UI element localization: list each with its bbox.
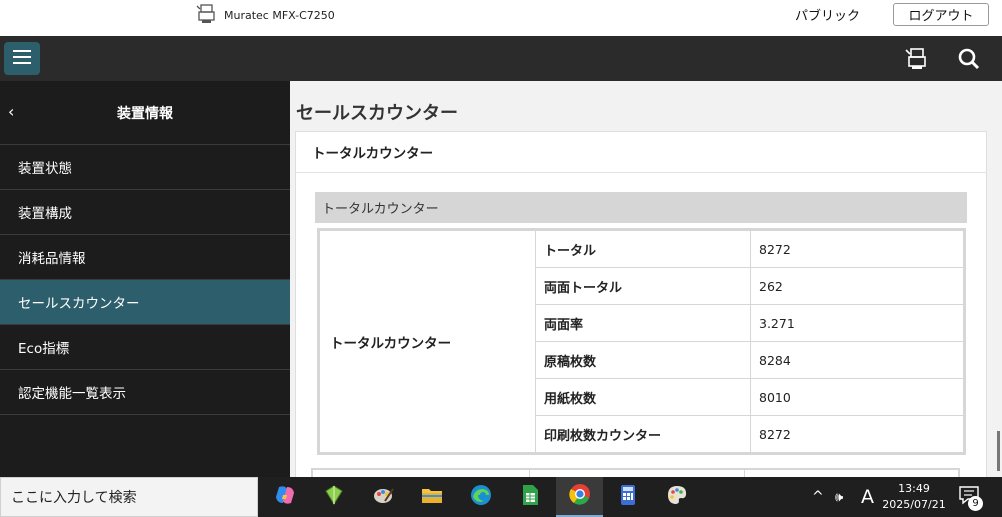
next-table-partial	[311, 468, 960, 477]
file-explorer-button[interactable]	[416, 481, 448, 513]
copilot-button[interactable]	[269, 481, 301, 513]
table-divider	[529, 470, 530, 477]
row-label: トータル	[535, 230, 751, 268]
sidebar-item-label: 消耗品情報	[18, 251, 86, 267]
menu-button[interactable]	[4, 42, 40, 75]
row-value: 8284	[750, 341, 964, 379]
notification-button[interactable]: 9	[958, 477, 983, 517]
sidebar-title: 装置情報	[117, 106, 173, 122]
copilot-icon	[273, 483, 297, 511]
chrome-button[interactable]	[556, 477, 603, 517]
sidebar-item-label: 装置構成	[18, 206, 72, 222]
row-label: 両面トータル	[535, 267, 751, 305]
row-label: 印刷枚数カウンター	[535, 415, 751, 453]
search-icon	[956, 48, 982, 76]
green-app-button[interactable]	[318, 481, 350, 513]
top-header: Muratec MFX-C7250 パブリック ログアウト	[0, 0, 1002, 36]
sidebar-item-label: Eco指標	[18, 341, 70, 357]
volume-icon[interactable]: 🕪	[835, 477, 843, 517]
spreadsheet-button[interactable]	[514, 481, 546, 513]
paint-app-button[interactable]	[367, 481, 399, 513]
logout-button[interactable]: ログアウト	[893, 3, 989, 26]
sidebar: ‹ 装置情報 装置状態 装置構成 消耗品情報 セールスカウンター Eco指標 認…	[0, 81, 290, 477]
tray-overflow-chevron[interactable]: ^	[812, 477, 824, 517]
device-brand: Muratec MFX-C7250	[196, 3, 335, 27]
taskbar-clock[interactable]: 13:49 2025/07/21	[882, 481, 946, 513]
notification-icon: 9	[958, 485, 983, 511]
clock-date: 2025/07/21	[882, 498, 946, 511]
row-value: 3.271	[750, 304, 964, 342]
row-value: 8010	[750, 378, 964, 416]
calculator-icon	[616, 483, 640, 511]
device-name: Muratec MFX-C7250	[224, 8, 335, 22]
row-value: 8272	[750, 415, 964, 453]
sidebar-item-certified-functions[interactable]: 認定機能一覧表示	[0, 370, 290, 415]
vertical-scrollbar[interactable]	[992, 81, 1002, 477]
edge-button[interactable]	[465, 481, 497, 513]
row-label: 用紙枚数	[535, 378, 751, 416]
calculator-button[interactable]	[612, 481, 644, 513]
panel-title: トータルカウンター	[296, 132, 986, 173]
access-mode-label: パブリック	[795, 9, 861, 24]
clock-time: 13:49	[898, 482, 930, 495]
chrome-icon	[568, 482, 592, 510]
taskbar-search-box[interactable]: ここに入力して検索	[0, 477, 258, 517]
sidebar-item-label: 認定機能一覧表示	[18, 386, 126, 402]
row-value: 262	[750, 267, 964, 305]
table-divider	[744, 470, 745, 477]
scrollbar-thumb[interactable]	[997, 431, 1000, 471]
section-header: トータルカウンター	[315, 192, 967, 223]
sidebar-item-sales-counter[interactable]: セールスカウンター	[0, 280, 290, 325]
paint-palette-button[interactable]	[661, 481, 693, 513]
table-group-label: トータルカウンター	[319, 230, 536, 453]
counter-panel: トータルカウンター トータルカウンター トータルカウンター トータル 8272 …	[295, 131, 987, 477]
notification-count-badge: 9	[968, 496, 983, 511]
row-label: 両面率	[535, 304, 751, 342]
sidebar-item-device-status[interactable]: 装置状態	[0, 145, 290, 190]
sidebar-header: ‹ 装置情報	[0, 81, 290, 145]
taskbar: ここに入力して検索 ^ 🕪 A 13:49 2025/07/21 9	[0, 477, 1002, 517]
search-button[interactable]	[956, 46, 982, 72]
sidebar-item-consumables[interactable]: 消耗品情報	[0, 235, 290, 280]
counter-table: トータルカウンター トータル 8272 両面トータル 262 両面率 3.271…	[317, 228, 966, 455]
row-label: 原稿枚数	[535, 341, 751, 379]
printer-icon	[904, 48, 930, 76]
sidebar-item-label: 装置状態	[18, 161, 72, 177]
navigation-bar	[0, 36, 1002, 81]
ime-indicator[interactable]: A	[861, 477, 874, 517]
green-app-icon	[322, 483, 346, 511]
row-value: 8272	[750, 230, 964, 268]
main-content: セールスカウンター トータルカウンター トータルカウンター トータルカウンター …	[290, 81, 1002, 477]
table-row: トータルカウンター トータル 8272	[319, 230, 964, 453]
page-title: セールスカウンター	[296, 103, 458, 124]
paint-palette-icon	[665, 483, 689, 511]
sidebar-item-eco-indicator[interactable]: Eco指標	[0, 325, 290, 370]
edge-icon	[469, 483, 493, 511]
paint-app-icon	[371, 483, 395, 511]
printer-status-button[interactable]	[904, 46, 930, 72]
app-window: Muratec MFX-C7250 パブリック ログアウト ‹ 装置情報 装置状…	[0, 0, 1002, 517]
sidebar-item-label: セールスカウンター	[18, 296, 140, 312]
printer-icon	[196, 3, 218, 28]
file-explorer-icon	[420, 483, 444, 511]
sidebar-item-device-configuration[interactable]: 装置構成	[0, 190, 290, 235]
spreadsheet-icon	[518, 483, 542, 511]
menu-icon	[13, 49, 31, 68]
